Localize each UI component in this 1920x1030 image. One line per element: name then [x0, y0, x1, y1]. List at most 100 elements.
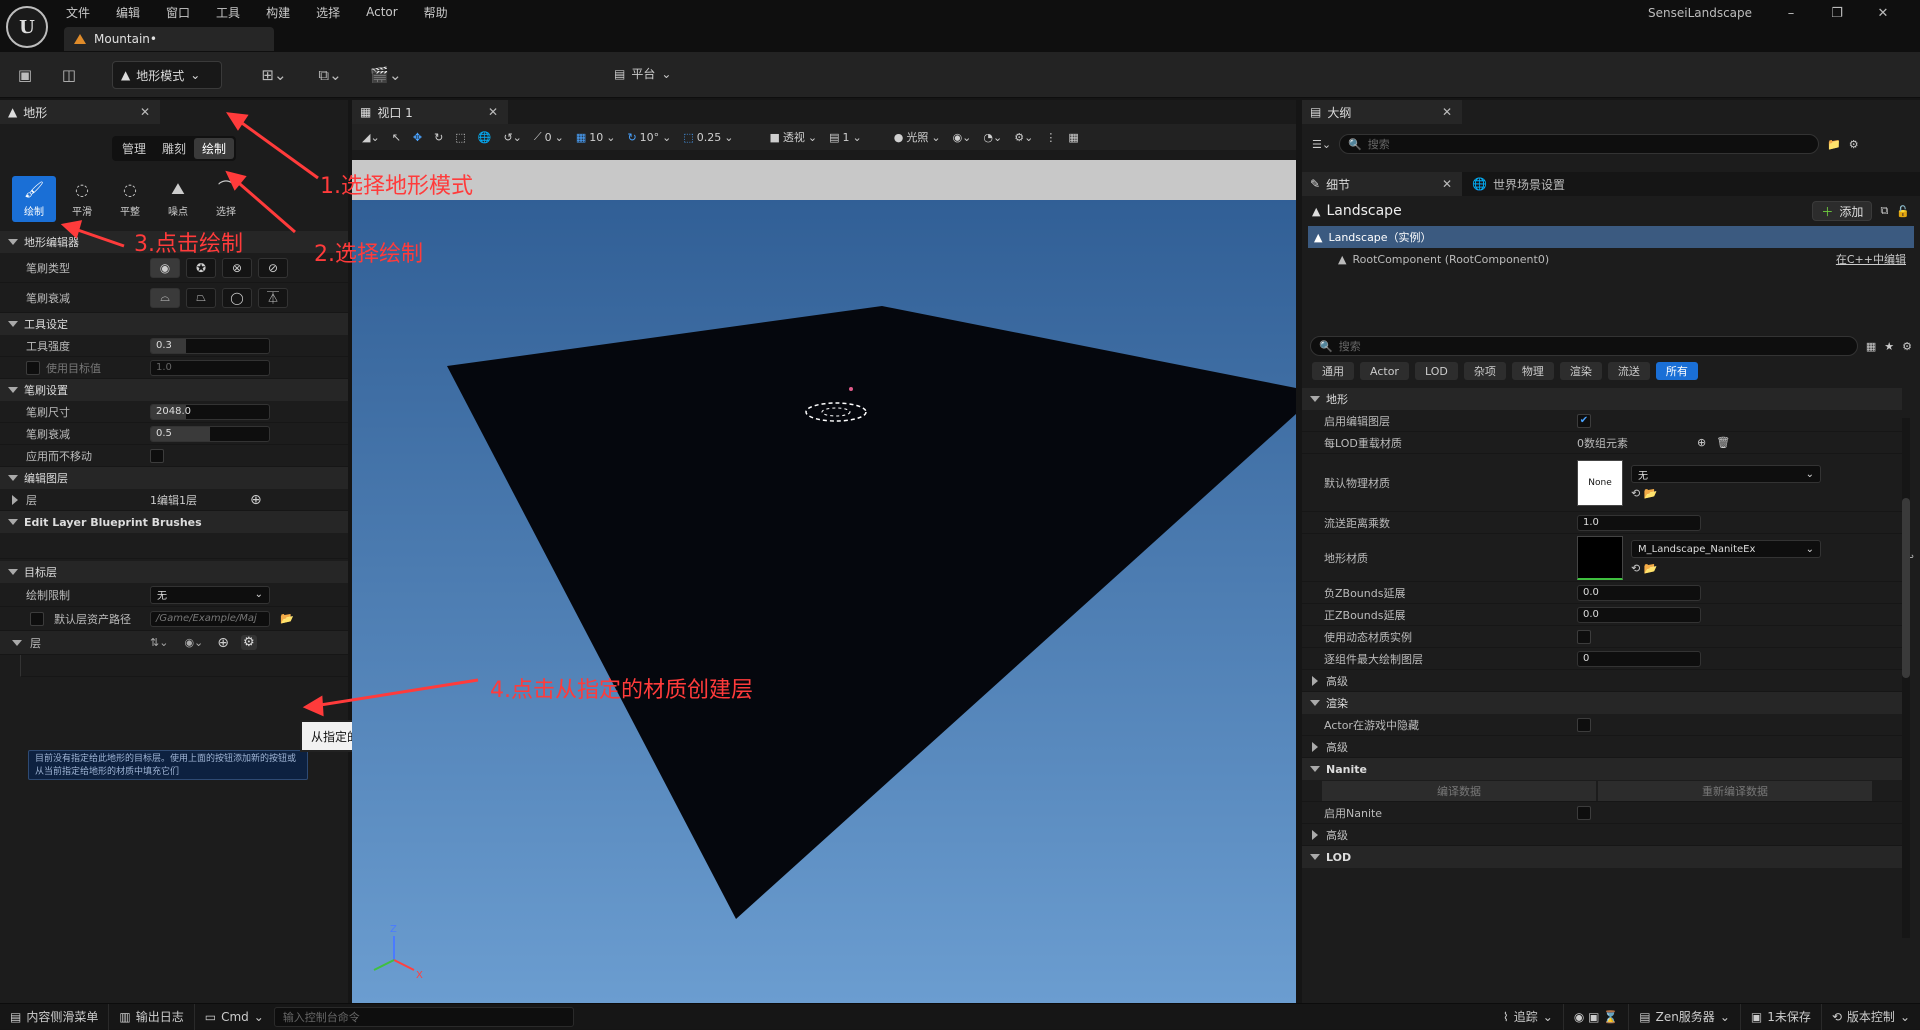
hidden-in-game-checkbox[interactable]: [1577, 717, 1591, 732]
falloff-tip-icon[interactable]: ⏄: [258, 287, 288, 308]
project-tab[interactable]: Mountain•: [64, 27, 274, 51]
unreal-logo-icon[interactable]: U: [6, 6, 48, 48]
content-drawer-button[interactable]: ▤ 内容侧滑菜单: [0, 1003, 110, 1030]
delete-icon[interactable]: 🗑: [1716, 436, 1730, 449]
strength-input[interactable]: 0.3: [150, 337, 270, 354]
settings-icon[interactable]: ⚙: [1849, 138, 1859, 151]
menu-actor[interactable]: Actor: [366, 5, 410, 19]
section-rendering[interactable]: 渲染: [1302, 692, 1902, 714]
landscape-material-dropdown[interactable]: M_Landscape_NaniteEx ⌄: [1631, 540, 1821, 558]
grid-snap-control[interactable]: ▦ 10 ⌄: [576, 131, 616, 144]
section-blueprint-brushes[interactable]: Edit Layer Blueprint Brushes: [0, 511, 348, 533]
pos-z-bounds-input[interactable]: 0.0: [1577, 606, 1701, 623]
blueprint-icon[interactable]: ⧉⌄: [310, 62, 350, 88]
details-scrollbar[interactable]: [1902, 418, 1910, 938]
apply-without-moving-checkbox[interactable]: [150, 448, 164, 463]
minimize-icon[interactable]: –: [1768, 2, 1814, 24]
settings-icon[interactable]: ⚙: [1902, 340, 1912, 353]
scale-snap-control[interactable]: ⬚ 0.25 ⌄: [683, 131, 733, 144]
tab-manage[interactable]: 管理: [114, 138, 154, 159]
enable-nanite-checkbox[interactable]: [1577, 805, 1591, 820]
source-control-menu[interactable]: ⟲ 版本控制 ⌄: [1822, 1004, 1920, 1030]
add-component-button[interactable]: ＋ 添加: [1812, 201, 1873, 221]
scalability-icon[interactable]: ◔⌄: [983, 131, 1002, 144]
add-layer-icon[interactable]: ⊕: [250, 492, 262, 508]
rotate-icon[interactable]: ↻: [434, 131, 443, 144]
section-tool-settings[interactable]: 工具设定: [0, 313, 348, 335]
close-icon[interactable]: ✕: [1442, 177, 1452, 191]
brush-circle-icon[interactable]: ◉: [150, 257, 180, 278]
section-nanite[interactable]: Nanite: [1302, 758, 1902, 780]
falloff-linear-icon[interactable]: ⏢: [186, 287, 216, 308]
streaming-distance-input[interactable]: 1.0: [1577, 514, 1701, 531]
outliner-tab[interactable]: ▤ 大纲 ✕: [1302, 100, 1462, 124]
use-browse-icon[interactable]: ⟲ 📂: [1631, 487, 1821, 500]
brush-alpha-icon[interactable]: ✪: [186, 257, 216, 278]
tab-paint[interactable]: 绘制: [194, 138, 235, 159]
root-component-row[interactable]: ▲ RootComponent (RootComponent0) 在C++中编辑: [1302, 248, 1920, 270]
menu-help[interactable]: 帮助: [424, 4, 460, 21]
filter-rendering[interactable]: 渲染: [1559, 362, 1602, 380]
scale-icon[interactable]: ⬚: [455, 131, 465, 144]
filter-all[interactable]: 所有: [1655, 362, 1698, 380]
cmd-selector[interactable]: ▭ Cmd ⌄: [195, 1004, 274, 1030]
tool-noise[interactable]: ⛰ 噪点: [156, 176, 200, 222]
landscape-material-thumbnail[interactable]: [1577, 535, 1623, 580]
visibility-icon[interactable]: ◉⌄: [184, 636, 203, 649]
filter-streaming[interactable]: 流送: [1607, 362, 1650, 380]
section-brush-settings[interactable]: 笔刷设置: [0, 379, 348, 401]
create-from-material-icon[interactable]: ⚙: [241, 635, 257, 650]
tool-flatten[interactable]: ◌ 平整: [108, 176, 152, 222]
translate-icon[interactable]: ✥: [413, 131, 422, 144]
add-element-icon[interactable]: ⊕: [1697, 436, 1706, 449]
default-path-input[interactable]: /Game/Example/Maj: [150, 610, 270, 627]
details-tab[interactable]: ✎ 细节 ✕: [1302, 172, 1462, 196]
sort-icon[interactable]: ⇅⌄: [150, 636, 168, 649]
brush-falloff-input[interactable]: 0.5: [150, 425, 270, 442]
use-browse-icon[interactable]: ⟲ 📂: [1631, 562, 1821, 575]
dynamic-material-checkbox[interactable]: [1577, 629, 1591, 644]
advanced-rendering-row[interactable]: 高级: [1302, 736, 1902, 758]
blueprint-icon[interactable]: ⧉: [1880, 204, 1888, 218]
brush-component-icon[interactable]: ⊘: [258, 257, 288, 278]
cinematics-icon[interactable]: 🎬⌄: [366, 62, 406, 88]
landscape-tab[interactable]: ▲ 地形 ✕: [0, 100, 160, 124]
unsaved-button[interactable]: ▣ 1未保存: [1741, 1003, 1822, 1030]
falloff-smooth-icon[interactable]: ⌓: [150, 287, 180, 308]
advanced-nanite-row[interactable]: 高级: [1302, 824, 1902, 846]
viewport-scene[interactable]: ZX: [352, 160, 1296, 1003]
component-instance-row[interactable]: ▲ Landscape（实例）: [1308, 226, 1914, 248]
filter-lod[interactable]: LOD: [1414, 362, 1458, 380]
zen-server-menu[interactable]: ▤ Zen服务器 ⌄: [1629, 1003, 1741, 1030]
section-landscape[interactable]: 地形: [1302, 388, 1902, 410]
brush-size-input[interactable]: 2048.0: [150, 403, 270, 420]
build-data-button[interactable]: 编译数据: [1322, 780, 1596, 801]
tool-smooth[interactable]: ◌ 平滑: [60, 176, 104, 222]
output-log-button[interactable]: ▥ 输出日志: [109, 1003, 195, 1030]
trace-menu[interactable]: ⌇ 追踪 ⌄: [1493, 1003, 1564, 1030]
viewport-options-icon[interactable]: ◢⌄: [362, 131, 380, 144]
view-mode-menu[interactable]: ■ 透视 ⌄: [770, 129, 818, 145]
menu-window[interactable]: 窗口: [166, 4, 202, 21]
menu-file[interactable]: 文件: [66, 4, 102, 21]
tab-sculpt[interactable]: 雕刻: [154, 138, 194, 159]
surface-snap-icon[interactable]: ↺⌄: [503, 131, 521, 144]
close-icon[interactable]: ✕: [1442, 105, 1452, 119]
add-actor-icon[interactable]: ⊞⌄: [254, 62, 294, 88]
outliner-search-input[interactable]: 🔍 搜索: [1339, 134, 1820, 154]
add-folder-icon[interactable]: 📁: [1827, 138, 1841, 151]
menu-tools[interactable]: 工具: [216, 4, 252, 21]
lighting-mode-menu[interactable]: ● 光照 ⌄: [894, 129, 941, 145]
recording-icons[interactable]: ◉ ▣ ⌛: [1564, 1003, 1630, 1030]
table-view-icon[interactable]: ▦: [1866, 340, 1876, 353]
mode-selector[interactable]: ▲ 地形模式 ⌄: [112, 61, 222, 89]
favorites-icon[interactable]: ★: [1884, 340, 1894, 353]
close-icon[interactable]: ✕: [140, 105, 150, 119]
tool-paint[interactable]: 🖌 绘制: [12, 176, 56, 222]
menu-edit[interactable]: 编辑: [116, 4, 152, 21]
max-paint-layers-input[interactable]: 0: [1577, 650, 1701, 667]
layout-icon[interactable]: ▦: [1068, 131, 1078, 144]
world-space-icon[interactable]: 🌐: [478, 131, 492, 144]
use-target-checkbox[interactable]: [26, 360, 40, 375]
console-input[interactable]: 输入控制台命令: [273, 1006, 574, 1027]
